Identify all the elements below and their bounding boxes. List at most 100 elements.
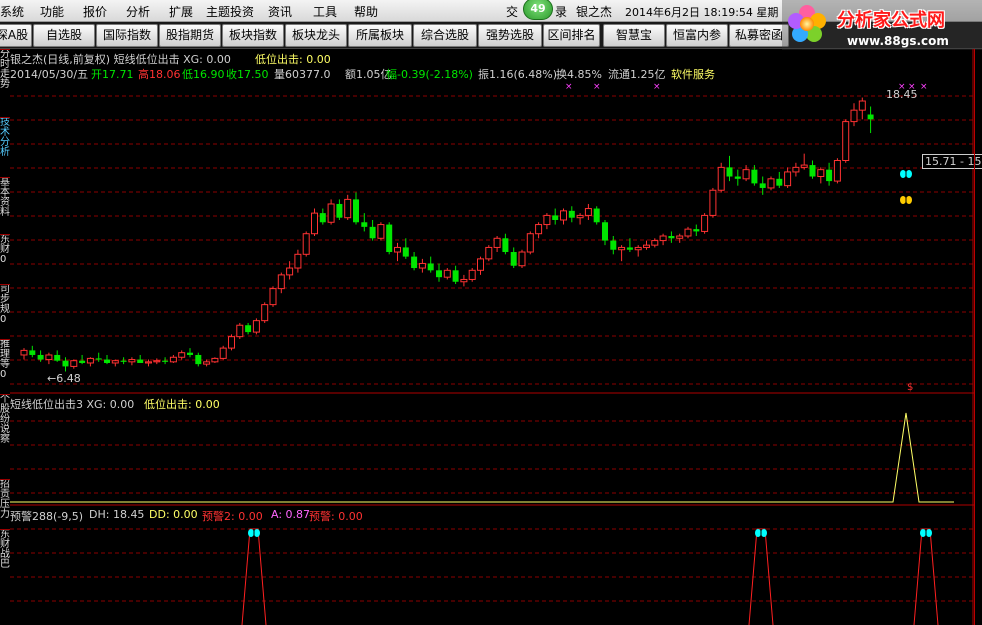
candle-up [70, 360, 78, 367]
candle-up [252, 320, 260, 333]
main-panel-title: 银之杰(日线,前复权) 短线低位出击 XG: 0.00 [10, 53, 231, 66]
menu-tools[interactable]: 工具 [313, 3, 337, 20]
menu-news[interactable]: 资讯 [268, 3, 292, 20]
tb-hengfu-ref[interactable]: 恒富内参 [666, 24, 728, 47]
login-label[interactable]: 录 [555, 3, 567, 20]
candle-down [245, 325, 252, 333]
logo-title: 分析家公式网 [837, 10, 945, 31]
candle-down [402, 247, 409, 257]
tb-sector-leader[interactable]: 板块龙头 [285, 24, 347, 47]
quote-float: 流通1.25亿 [608, 68, 666, 81]
sidebar-tab-reasoning[interactable]: 推理等0 [0, 339, 10, 390]
butterfly-icon [906, 170, 912, 178]
sub2-dd: DD: 0.00 [149, 508, 198, 521]
kline-chart[interactable]: × × × × × ×$ [10, 49, 974, 625]
candle-down [452, 270, 459, 282]
candle-up [178, 352, 186, 358]
notification-badge[interactable]: 49 [523, 0, 553, 20]
candle-up [817, 169, 825, 178]
sidebar-tab-pressure[interactable]: 招贡压力 [0, 479, 10, 525]
tb-composite-select[interactable]: 综合选股 [413, 24, 477, 47]
sidebar-tab-fundamentals[interactable]: 基本资料 [0, 177, 10, 222]
candle-up [833, 160, 841, 182]
candle-down [751, 169, 758, 184]
quote-industry: 软件服务 [671, 68, 715, 81]
tb-range-ranking[interactable]: 区间排名 [543, 24, 600, 47]
candle-down [809, 165, 816, 177]
tb-index-futures[interactable]: 股指期货 [159, 24, 221, 47]
sidebar-tab-sync[interactable]: 司步规0 [0, 284, 10, 329]
butterfly-icon [755, 529, 761, 537]
sidebar-tab-east-money[interactable]: 东财0 [0, 234, 10, 275]
candle-up [543, 214, 551, 226]
candle-down [54, 354, 61, 361]
candle-down [411, 256, 418, 269]
sidebar-tab-east-war[interactable]: 东财战巴 [0, 529, 10, 590]
tb-strong-select[interactable]: 强势选股 [478, 24, 542, 47]
menu-extend[interactable]: 扩展 [169, 3, 193, 20]
candle-down [79, 360, 86, 363]
candle-up [468, 269, 476, 280]
menu-analysis[interactable]: 分析 [126, 3, 150, 20]
candle-down [510, 252, 517, 266]
menu-theme-invest[interactable]: 主题投资 [206, 3, 254, 20]
tb-shenzhen-a[interactable]: 深A股 [0, 24, 32, 47]
trade-label[interactable]: 交 [506, 3, 518, 20]
candle-down [137, 359, 144, 363]
right-edge-scroll[interactable] [974, 49, 982, 625]
candle-up [394, 246, 401, 253]
candle-up [203, 361, 211, 365]
butterfly-icon [906, 196, 912, 204]
sub2-warning-spike [913, 528, 939, 625]
price-high-label: 18.45 [886, 88, 918, 101]
candle-down [826, 169, 833, 182]
candle-up [460, 278, 468, 283]
dollar-signal-icon: $ [907, 382, 913, 393]
tb-watchlist[interactable]: 自选股 [33, 24, 95, 47]
candle-up [651, 240, 659, 246]
butterfly-icon [926, 529, 932, 537]
signal-marker: × [920, 82, 928, 92]
chart-area[interactable]: × × × × × × $ 银之杰(日线,前复权) 短线低位出击 XG: 0.00 低位出击… [10, 49, 982, 625]
sidebar-tab-commentary[interactable]: 个股纷说察 [0, 394, 10, 475]
candle-down [369, 226, 376, 239]
candle-up [286, 267, 294, 276]
candle-up [228, 336, 235, 349]
candle-down [336, 203, 343, 218]
quote-turnover: 换4.85% [556, 68, 602, 81]
candle-down [502, 238, 509, 253]
candle-up [742, 169, 750, 180]
quote-change: 幅-0.39(-2.18%) [386, 68, 473, 81]
candle-down [734, 176, 741, 179]
sidebar-tab-technical[interactable]: 技术分析 [0, 117, 10, 162]
candle-down [602, 222, 608, 241]
menu-system[interactable]: 系统 [0, 3, 24, 20]
menu-function[interactable]: 功能 [40, 3, 64, 20]
candle-up [327, 203, 335, 223]
butterfly-icon [920, 529, 926, 537]
candle-down [62, 360, 69, 367]
sidebar-tab-intraday[interactable]: 分时走势 [0, 49, 10, 94]
candle-down [187, 352, 193, 355]
candle-up [311, 212, 318, 235]
tb-sector-index[interactable]: 板块指数 [222, 24, 284, 47]
tb-wisdom[interactable]: 智慧宝 [603, 24, 665, 47]
candle-down [867, 114, 874, 120]
tb-private-letter[interactable]: 私募密函 [729, 24, 789, 47]
menu-quote[interactable]: 报价 [83, 3, 107, 20]
candle-down [29, 350, 36, 355]
candle-up [850, 109, 858, 123]
candle-up [618, 246, 626, 251]
menu-help[interactable]: 帮助 [354, 3, 378, 20]
price-cursor-box: 15.71 - 15 [922, 154, 982, 169]
candle-up [153, 360, 161, 363]
candle-up [111, 360, 119, 364]
candle-down [162, 360, 169, 362]
candle-down [195, 354, 202, 365]
candle-down [568, 210, 575, 218]
tb-intl-index[interactable]: 国际指数 [96, 24, 158, 47]
candle-down [361, 222, 368, 227]
candle-down [120, 360, 127, 362]
quote-date: 2014/05/30/五 [10, 68, 89, 81]
tb-belong-sector[interactable]: 所属板块 [348, 24, 412, 47]
